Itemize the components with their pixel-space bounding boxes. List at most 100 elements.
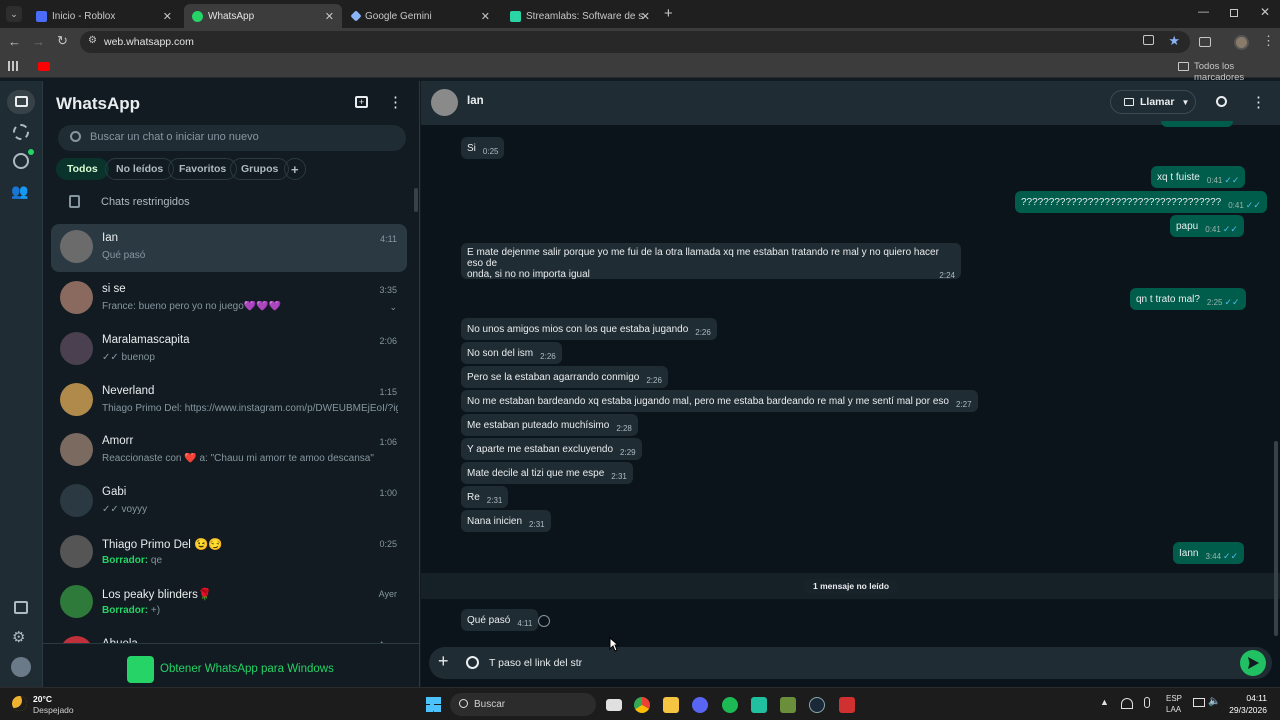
chat-row[interactable]: Gabi 1:00 ✓✓ voyyy [51,478,407,526]
sticker-icon[interactable] [466,656,479,669]
task-view-icon[interactable] [606,699,622,711]
microphone-icon[interactable] [1144,697,1150,708]
site-info-icon[interactable]: ⚙ [88,35,97,46]
back-icon[interactable]: ← [8,34,21,49]
channels-nav-icon[interactable] [13,153,29,169]
chats-nav-icon[interactable] [7,90,35,114]
taskbar-search-box[interactable]: Buscar [450,693,596,716]
react-emoji-icon[interactable] [538,615,550,627]
browser-tab-gemini[interactable]: Google Gemini ✕ [344,4,498,28]
windows-app-link[interactable]: Obtener WhatsApp para Windows [160,663,334,675]
reading-mode-icon[interactable] [1199,37,1211,47]
status-nav-icon[interactable] [13,124,29,140]
language-code[interactable]: ESP [1166,694,1182,703]
close-tab-icon[interactable]: ✕ [641,10,650,23]
chat-row[interactable]: si se 3:35 France: bueno pero yo no juego💜… [51,275,407,323]
restore-window-button[interactable] [1230,9,1238,17]
app-taskbar-icon[interactable] [751,697,767,713]
chat-row[interactable]: Amorr 1:06 Reaccionaste con ❤️ a: "Chauu m… [51,427,407,475]
chat-row[interactable]: Neverland 1:15 Thiago Primo Del: https://w… [51,377,407,425]
close-tab-icon[interactable]: ✕ [481,10,490,23]
filter-favorites[interactable]: Favoritos [168,158,238,180]
close-tab-icon[interactable]: ✕ [325,10,334,23]
outgoing-message[interactable]: papu 0:41 ✓✓ [1170,215,1244,237]
outgoing-message[interactable]: ???????????????????????????????????? 0:41… [1015,191,1267,213]
call-button[interactable]: Llamar ▼ [1110,90,1196,114]
incoming-message[interactable]: Qué pasó 4:11 [461,609,539,631]
incoming-message[interactable]: E mate dejenme salir porque yo me fui de… [461,243,961,280]
outgoing-message[interactable]: xq t fuiste 0:41 ✓✓ [1151,166,1246,188]
steam-taskbar-icon[interactable] [809,697,825,713]
settings-nav-icon[interactable]: ⚙ [12,628,25,646]
incoming-message[interactable]: No unos amigos mios con los que estaba j… [461,318,717,340]
filter-groups[interactable]: Grupos [230,158,290,180]
conversation-menu-icon[interactable]: ⋮ [1251,93,1266,111]
reload-icon[interactable]: ↻ [57,33,68,49]
new-tab-button[interactable]: + [664,5,673,22]
chat-row[interactable]: Los peaky blinders🌹 Ayer Borrador: +) [51,579,407,627]
browser-tab-roblox[interactable]: Inicio - Roblox ✕ [28,4,180,28]
incoming-message[interactable]: Nana inicien 2:31 [461,510,551,532]
contact-avatar[interactable] [431,89,458,116]
weather-temp[interactable]: 20°C [33,694,52,704]
address-bar[interactable]: ⚙ web.whatsapp.com ★ [80,31,1190,53]
keyboard-layout[interactable]: LAA [1166,705,1181,714]
minecraft-taskbar-icon[interactable] [780,697,796,713]
minimize-window-button[interactable]: — [1198,6,1209,18]
install-app-icon[interactable] [1143,35,1154,45]
incoming-message[interactable]: Mate decile al tizi que me espe 2:31 [461,462,633,484]
new-chat-icon[interactable]: + [355,96,368,108]
incoming-message[interactable]: Si 0:25 [461,137,505,159]
tray-chevron-up-icon[interactable]: ▲ [1100,697,1109,707]
close-tab-icon[interactable]: ✕ [163,10,172,23]
incoming-message[interactable]: Y aparte me estaban excluyendo 2:29 [461,438,642,460]
bookmarks-folder-icon[interactable] [1178,62,1189,71]
filter-todos[interactable]: Todos [56,158,109,180]
incoming-message[interactable]: Re 2:31 [461,486,509,508]
incoming-message[interactable]: Me estaban puteado muchísimo 2:28 [461,414,638,436]
send-button[interactable] [1240,650,1266,676]
tab-search-button[interactable]: ⌄ [6,6,22,22]
windows-app-banner[interactable]: Obtener WhatsApp para Windows [43,643,419,687]
add-filter-button[interactable]: + [284,158,306,180]
spotify-taskbar-icon[interactable] [722,697,738,713]
incoming-message[interactable]: No me estaban bardeando xq estaba jugand… [461,390,978,412]
close-window-button[interactable]: ✕ [1260,5,1270,19]
roblox-taskbar-icon[interactable] [839,697,855,713]
menu-icon[interactable]: ⋮ [388,93,403,111]
browser-menu-icon[interactable]: ⋮ [1262,33,1275,49]
communities-nav-icon[interactable]: 👥 [11,183,28,200]
chat-row[interactable]: Ian 4:11 Qué pasó [51,224,407,272]
incoming-message[interactable]: Pero se la estaban agarrando conmigo 2:26 [461,366,668,388]
restricted-chats-row[interactable]: Chats restringidos [51,191,407,213]
windows-start-icon[interactable] [426,697,441,712]
incoming-message[interactable]: No son del ism 2:26 [461,342,562,364]
clock-time[interactable]: 04:11 [1233,693,1267,703]
profile-avatar[interactable] [1234,35,1249,50]
search-input[interactable]: Buscar un chat o iniciar uno nuevo [58,125,406,151]
clock-date[interactable]: 29/3/2026 [1222,705,1267,715]
attach-plus-icon[interactable]: + [438,651,449,672]
chat-row[interactable]: Thiago Primo Del 😉😏 0:25 Borrador: qe [51,529,407,577]
outgoing-message[interactable]: Iann 3:44 ✓✓ [1173,542,1245,564]
filter-unread[interactable]: No leídos [105,158,175,180]
volume-icon[interactable]: 🔈 [1208,696,1220,707]
chevron-down-icon[interactable]: ⌄ [389,302,397,313]
all-bookmarks-label[interactable]: Todos los marcadores [1194,61,1280,83]
network-icon[interactable] [1121,698,1133,709]
discord-taskbar-icon[interactable] [692,697,708,713]
media-nav-icon[interactable] [14,601,28,614]
display-icon[interactable] [1193,698,1205,707]
file-explorer-icon[interactable] [663,697,679,713]
browser-tab-whatsapp[interactable]: WhatsApp ✕ [184,4,342,28]
search-messages-icon[interactable] [1216,96,1227,107]
message-input[interactable]: T paso el link del str [489,657,582,669]
forward-icon[interactable]: → [32,34,45,49]
youtube-bookmark-icon[interactable] [38,62,50,71]
chrome-taskbar-icon[interactable] [634,697,650,713]
chat-list-scrollbar[interactable] [414,188,418,212]
chat-row[interactable]: Maralamascapita 2:06 ✓✓ buenop [51,326,407,374]
profile-nav-avatar[interactable] [11,657,31,677]
bookmark-star-icon[interactable]: ★ [1168,33,1180,49]
outgoing-message[interactable]: qn t trato mal? 2:25 ✓✓ [1130,288,1246,310]
